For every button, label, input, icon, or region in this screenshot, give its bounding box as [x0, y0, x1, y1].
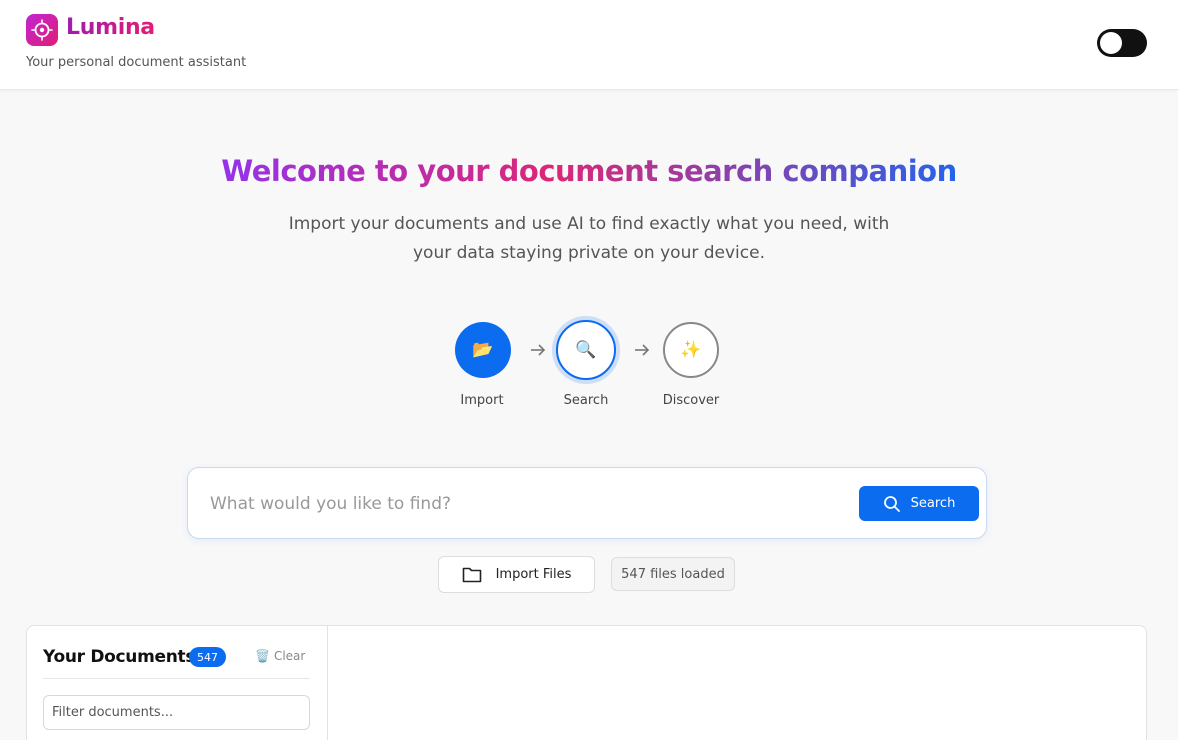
- import-files-button[interactable]: Import Files: [438, 556, 595, 593]
- step-import-label: Import: [460, 393, 504, 408]
- search-icon: [883, 495, 900, 512]
- step-import: 📂: [455, 322, 511, 378]
- sparkles-icon: ✨: [680, 340, 702, 360]
- step-discover: ✨: [663, 322, 719, 378]
- app-tagline: Your personal document assistant: [26, 55, 247, 70]
- hero-subtitle: Import your documents and use AI to find…: [288, 214, 890, 263]
- target-icon: [31, 19, 53, 41]
- step-search: 🔍: [556, 320, 616, 380]
- clear-documents-button[interactable]: 🗑️ Clear: [255, 649, 305, 663]
- documents-title: Your Documents: [43, 647, 196, 667]
- import-files-label: Import Files: [495, 567, 572, 582]
- folder-icon: [462, 567, 481, 583]
- search-bar: Search: [187, 467, 987, 539]
- arrow-right-icon: [531, 344, 546, 356]
- filter-documents-input[interactable]: [43, 695, 310, 730]
- documents-panel: Your Documents 547 🗑️ Clear: [26, 625, 1147, 740]
- step-search-label: Search: [563, 393, 609, 408]
- folder-open-icon: 📂: [472, 340, 494, 360]
- documents-count-badge: 547: [189, 647, 226, 667]
- search-button-label: Search: [910, 496, 956, 511]
- theme-toggle-knob: [1100, 32, 1122, 54]
- magnifier-icon: 🔍: [575, 340, 597, 360]
- clear-label: Clear: [273, 649, 306, 663]
- hero-title-text: Welcome to your document search companio…: [221, 154, 957, 188]
- files-loaded-badge: 547 files loaded: [611, 557, 735, 591]
- app-name: Lumina: [66, 15, 155, 40]
- trash-icon: 🗑️: [255, 649, 270, 663]
- app-logo: [26, 14, 58, 46]
- arrow-right-icon: [635, 344, 650, 356]
- hero-title: Welcome to your document search companio…: [0, 154, 1178, 188]
- theme-toggle[interactable]: [1097, 29, 1147, 57]
- sidebar-divider: [43, 678, 310, 679]
- step-discover-label: Discover: [662, 393, 720, 408]
- search-input[interactable]: [210, 486, 840, 522]
- search-button[interactable]: Search: [859, 486, 979, 521]
- app-header: Lumina Your personal document assistant: [0, 0, 1178, 90]
- documents-sidebar: Your Documents 547 🗑️ Clear: [27, 626, 328, 740]
